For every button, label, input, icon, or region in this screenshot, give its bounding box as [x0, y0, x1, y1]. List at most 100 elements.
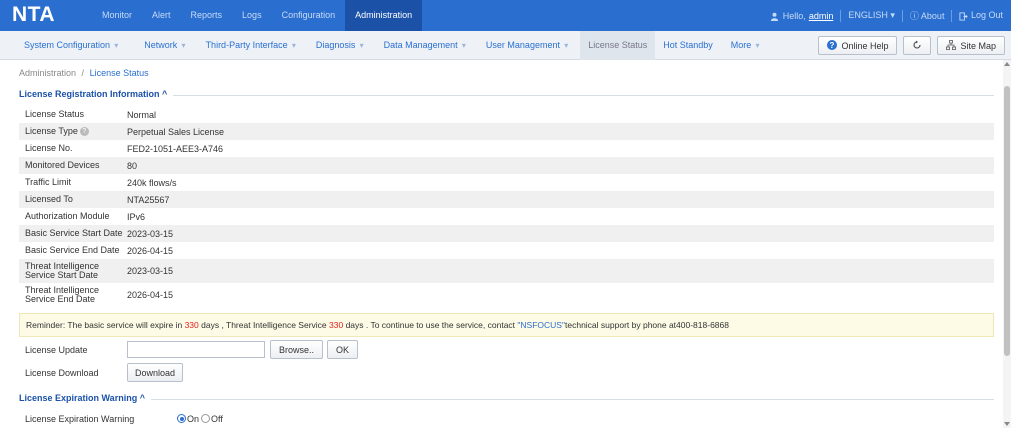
- info-row: Monitored Devices 80: [19, 157, 994, 174]
- chevron-up-icon: ^: [139, 393, 145, 403]
- divider: [951, 9, 953, 22]
- sub-nav-system-configuration[interactable]: System Configuration ▾: [16, 31, 126, 60]
- section-registration-header[interactable]: License Registration Information ^: [19, 89, 994, 101]
- info-row: License No. FED2-1051-AEE3-A746: [19, 140, 994, 157]
- scrollbar-thumb[interactable]: [1004, 86, 1010, 356]
- help-icon: ?: [827, 39, 838, 52]
- license-update-row: License Update Browse.. OK: [19, 340, 519, 359]
- chevron-down-icon: ▾: [459, 41, 466, 50]
- info-row: Licensed To NTA25567: [19, 191, 994, 208]
- info-row: Basic Service End Date 2026-04-15: [19, 242, 994, 259]
- info-label: Basic Service End Date: [25, 245, 120, 255]
- info-label: Monitored Devices: [25, 160, 100, 170]
- logout-link[interactable]: Log Out: [959, 10, 1003, 20]
- sub-nav: System Configuration ▾ Network ▾ Third-P…: [16, 31, 768, 60]
- about-link[interactable]: ⓘ About: [910, 9, 945, 22]
- license-update-label: License Update: [25, 344, 88, 355]
- sub-nav-license-status[interactable]: License Status: [580, 31, 656, 60]
- info-row: Traffic Limit 240k flows/s: [19, 174, 994, 191]
- info-label: Basic Service Start Date: [25, 228, 123, 238]
- breadcrumb: Administration / License Status: [19, 68, 149, 78]
- sub-nav-user-management[interactable]: User Management ▾: [478, 31, 576, 60]
- company-name: "NSFOCUS": [517, 320, 565, 330]
- download-button[interactable]: Download: [127, 363, 183, 382]
- info-value: 2023-03-15: [127, 266, 174, 276]
- chevron-down-icon: ▾: [753, 41, 760, 50]
- section-title: License Expiration Warning ^: [19, 393, 151, 403]
- info-row: Authorization Module IPv6: [19, 208, 994, 225]
- divider: [840, 9, 842, 22]
- license-info-table: License Status Normal License Type? Perp…: [19, 106, 994, 307]
- top-nav: Monitor Alert Reports Logs Configuration…: [92, 0, 423, 31]
- refresh-button[interactable]: [903, 36, 932, 55]
- info-value: IPv6: [127, 211, 146, 222]
- info-value: 2026-04-15: [127, 290, 174, 300]
- sub-nav-more[interactable]: More ▾: [723, 31, 768, 60]
- breadcrumb-parent[interactable]: Administration: [19, 68, 76, 78]
- sub-nav-bar: System Configuration ▾ Network ▾ Third-P…: [0, 31, 1011, 60]
- sub-nav-network[interactable]: Network ▾: [136, 31, 193, 60]
- top-nav-reports[interactable]: Reports: [181, 0, 233, 31]
- reminder-banner: Reminder: The basic service will expire …: [19, 313, 994, 337]
- reminder-text: days . To continue to use the service, c…: [343, 320, 518, 330]
- info-label: Authorization Module: [25, 211, 110, 221]
- top-nav-alert[interactable]: Alert: [142, 0, 181, 31]
- sub-nav-third-party-interface[interactable]: Third-Party Interface ▾: [198, 31, 304, 60]
- info-label: License No.: [25, 143, 73, 153]
- top-nav-monitor[interactable]: Monitor: [92, 0, 142, 31]
- info-label: License Type?: [19, 126, 127, 137]
- breadcrumb-separator: /: [81, 68, 85, 78]
- info-row: Basic Service Start Date 2023-03-15: [19, 225, 994, 242]
- online-help-button[interactable]: ? Online Help: [818, 36, 898, 55]
- info-row: Threat Intelligence Service Start Date 2…: [19, 259, 994, 283]
- top-nav-logs[interactable]: Logs: [232, 0, 272, 31]
- radio-on[interactable]: On: [177, 414, 199, 424]
- browse-button[interactable]: Browse..: [270, 340, 324, 359]
- sub-nav-diagnosis[interactable]: Diagnosis ▾: [308, 31, 372, 60]
- user-icon: [770, 10, 779, 21]
- toolbar: ? Online Help Site Map: [818, 36, 1005, 55]
- top-bar: NTA Monitor Alert Reports Logs Configura…: [0, 0, 1011, 31]
- vertical-scrollbar[interactable]: [1003, 60, 1011, 428]
- license-download-row: License Download Download: [19, 363, 519, 382]
- info-label: Threat Intelligence Service Start Date: [25, 261, 100, 280]
- license-download-label: License Download: [25, 367, 99, 378]
- top-nav-configuration[interactable]: Configuration: [272, 0, 346, 31]
- info-value: 2026-04-15: [127, 245, 174, 256]
- info-row: License Status Normal: [19, 106, 994, 123]
- breadcrumb-current: License Status: [89, 68, 149, 78]
- chevron-down-icon: ▾: [112, 41, 119, 50]
- info-icon: ⓘ: [909, 11, 919, 21]
- info-label: Traffic Limit: [25, 177, 72, 187]
- info-label: Threat Intelligence Service End Date: [25, 285, 100, 304]
- divider: [19, 399, 994, 400]
- info-value: NTA25567: [127, 194, 170, 205]
- info-row: Threat Intelligence Service End Date 202…: [19, 283, 994, 307]
- chevron-down-icon: ▾: [561, 41, 569, 50]
- chevron-up-icon: ^: [162, 89, 168, 99]
- chevron-down-icon: ▾: [357, 41, 364, 50]
- ok-button[interactable]: OK: [327, 340, 359, 359]
- scroll-up-icon[interactable]: [1004, 62, 1010, 66]
- divider: [901, 9, 903, 22]
- sub-nav-hot-standby[interactable]: Hot Standby: [655, 31, 721, 60]
- question-icon[interactable]: ?: [79, 127, 89, 137]
- ti-days-count: 330: [329, 320, 344, 330]
- scroll-down-icon[interactable]: [1004, 422, 1010, 426]
- radio-off[interactable]: Off: [201, 414, 223, 424]
- info-value: 2023-03-15: [127, 228, 174, 239]
- reminder-text: technical support by phone at400-818-686…: [565, 320, 729, 330]
- license-file-input[interactable]: [127, 341, 265, 358]
- app-logo: NTA: [12, 3, 56, 26]
- sub-nav-data-management[interactable]: Data Management ▾: [376, 31, 474, 60]
- top-nav-administration[interactable]: Administration: [345, 0, 423, 31]
- username-link[interactable]: admin: [809, 11, 834, 21]
- reminder-text: Reminder: The basic service will expire …: [26, 320, 185, 330]
- chevron-down-icon: ▾: [890, 10, 895, 20]
- section-expiration-header[interactable]: License Expiration Warning ^: [19, 393, 994, 405]
- sitemap-icon: [946, 39, 957, 52]
- info-value: 240k flows/s: [127, 177, 177, 188]
- site-map-button[interactable]: Site Map: [937, 36, 1005, 55]
- language-select[interactable]: ENGLISH ▾: [848, 10, 895, 21]
- logout-icon: [959, 10, 971, 21]
